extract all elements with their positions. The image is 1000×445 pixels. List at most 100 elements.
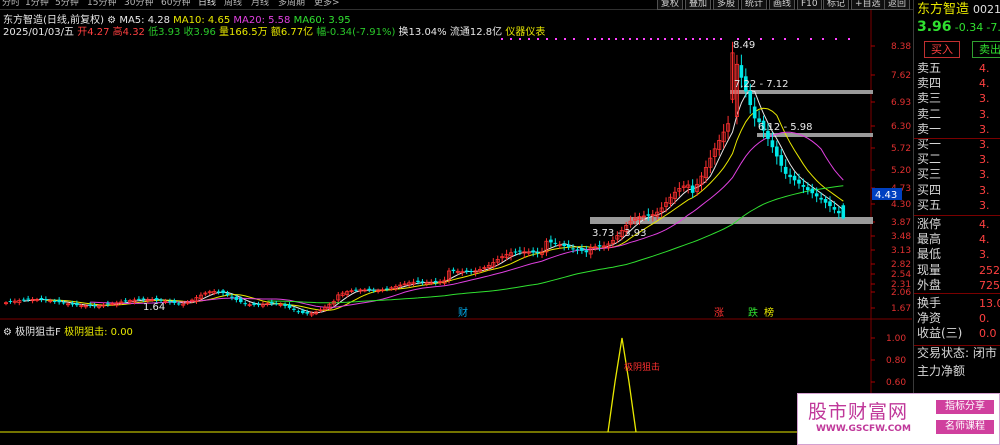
- f10-button[interactable]: F10: [797, 0, 822, 10]
- signal-dot: [643, 38, 645, 40]
- tab-5min[interactable]: 5分钟: [55, 0, 79, 9]
- candle-body-down: [832, 207, 837, 210]
- adjust-button[interactable]: 复权: [657, 0, 684, 10]
- price-annotation: 3.73 - 3.93: [592, 228, 647, 239]
- candle-body-down: [783, 166, 788, 174]
- quote-row-value: 3.: [979, 92, 990, 106]
- candle-body-down: [752, 106, 757, 119]
- mark-button[interactable]: 标记: [823, 0, 850, 10]
- candle-body-down: [770, 140, 775, 148]
- candle-body-down: [597, 245, 602, 247]
- stats-button[interactable]: 统计: [741, 0, 768, 10]
- signal-dot: [629, 38, 631, 40]
- tab-weekly[interactable]: 周线: [224, 0, 242, 9]
- quote-row-label: 卖二: [917, 106, 942, 121]
- candle-body-down: [819, 197, 823, 200]
- price-tick-label: 5.20: [891, 166, 911, 176]
- candle-body-down: [216, 291, 221, 293]
- candle-body-down: [176, 303, 181, 305]
- signal-dot: [822, 38, 824, 40]
- tab-monthly[interactable]: 月线: [251, 0, 269, 9]
- add-watch-button[interactable]: +自选: [851, 0, 885, 10]
- quote-price-row: 3.96 -0.34 -7.: [917, 19, 1000, 35]
- quote-row-value: 13.04: [979, 297, 1000, 310]
- indicator-chart[interactable]: 1.000.800.600.400.20 极阴狙击: [0, 320, 912, 445]
- quote-panel: 东方智造 0021 3.96 -0.34 -7. 买入 卖出 卖五 4. 卖四 4. 卖三…: [913, 0, 1000, 445]
- candle-body-down: [123, 300, 128, 302]
- candle-body-down: [44, 299, 48, 301]
- tab-30min[interactable]: 30分钟: [124, 0, 153, 9]
- ma5-line: [23, 90, 844, 314]
- candle-body-down: [159, 299, 163, 301]
- quote-pct: -7.: [986, 21, 1000, 34]
- candle-body-down: [301, 310, 305, 314]
- tab-more[interactable]: 更多>: [314, 0, 340, 9]
- indicator-spike: [607, 337, 637, 433]
- quote-price: 3.96: [917, 19, 952, 35]
- quote-row-value: 3.: [979, 138, 990, 151]
- signal-dot: [685, 38, 687, 40]
- candle-body-down: [172, 300, 177, 303]
- signal-dot: [760, 38, 762, 40]
- signal-dot: [601, 38, 603, 40]
- candle-body-down: [106, 303, 110, 305]
- candle-body-down: [806, 187, 810, 191]
- candle-body-down: [137, 298, 141, 300]
- candle-body-down: [371, 289, 376, 291]
- price-tick-label: 8.38: [891, 42, 911, 52]
- candle-body-down: [575, 249, 580, 251]
- tab-multi[interactable]: 多周期: [278, 0, 305, 9]
- candle-body-down: [580, 248, 584, 251]
- trade-status: 交易状态: 闭市: [917, 346, 997, 360]
- quote-row: 买二 3.: [917, 152, 990, 167]
- stats-divider: [914, 293, 1000, 294]
- quote-row-label: 卖五: [917, 61, 942, 75]
- signal-dot: [664, 38, 666, 40]
- quote-row-value: 4.: [979, 62, 990, 75]
- candle-body-down: [221, 290, 225, 294]
- quote-stock-name: 东方智造: [917, 2, 970, 17]
- candle-body-down: [21, 299, 26, 301]
- candle-body-down: [837, 210, 841, 214]
- price-tick-label: 3.13: [891, 246, 911, 256]
- back-button[interactable]: 返回: [884, 0, 911, 10]
- quote-row: 涨停 4.: [917, 217, 990, 232]
- signal-dot: [678, 38, 680, 40]
- quote-row: 卖四 4.: [917, 76, 990, 91]
- signal-dot: [671, 38, 673, 40]
- signal-dot: [650, 38, 652, 40]
- tab-15min[interactable]: 15分钟: [87, 0, 116, 9]
- price-tick-label: 1.67: [891, 304, 911, 314]
- tab-daily[interactable]: 日线: [198, 0, 216, 9]
- signal-dot: [594, 38, 596, 40]
- price-annotation: 6.12 - 5.98: [758, 122, 813, 133]
- quote-row: 买四 3.: [917, 183, 990, 198]
- buy-button[interactable]: 买入: [924, 41, 960, 58]
- price-axis: 8.387.626.936.305.725.204.734.303.873.48…: [871, 42, 911, 314]
- quote-row: 外盘 72543: [917, 278, 1000, 293]
- candle-body-down: [39, 298, 44, 300]
- candle-body-down: [305, 312, 310, 314]
- signal-dot: [810, 38, 812, 40]
- quote-row-label: 最高: [917, 232, 942, 247]
- overlay-button[interactable]: 叠加: [685, 0, 712, 10]
- tab-timeshare[interactable]: 分时: [2, 0, 20, 9]
- multi-stock-button[interactable]: 多股: [713, 0, 740, 10]
- quote-row-label: 现量: [917, 262, 942, 277]
- quote-row-label: 涨停: [917, 217, 942, 231]
- tab-1min[interactable]: 1分钟: [25, 0, 49, 9]
- draw-button[interactable]: 画线: [769, 0, 796, 10]
- quote-row-value: 3.: [979, 183, 990, 197]
- quote-row: 卖一 3.: [917, 122, 990, 137]
- sell-button[interactable]: 卖出: [972, 41, 1000, 58]
- candlestick-chart[interactable]: 8.387.626.936.305.725.204.734.303.873.48…: [0, 10, 912, 320]
- candle-body-down: [52, 300, 57, 302]
- tab-60min[interactable]: 60分钟: [161, 0, 190, 9]
- candle-body-down: [168, 301, 172, 303]
- candle-body-down: [274, 303, 279, 305]
- candle-body-down: [562, 243, 566, 246]
- quote-row: 买一 3.: [917, 137, 990, 152]
- price-annotation: 8.49: [733, 40, 755, 51]
- event-mark-ranking: 榜: [764, 306, 774, 319]
- quote-row: 收益(三) 0.0: [917, 326, 997, 341]
